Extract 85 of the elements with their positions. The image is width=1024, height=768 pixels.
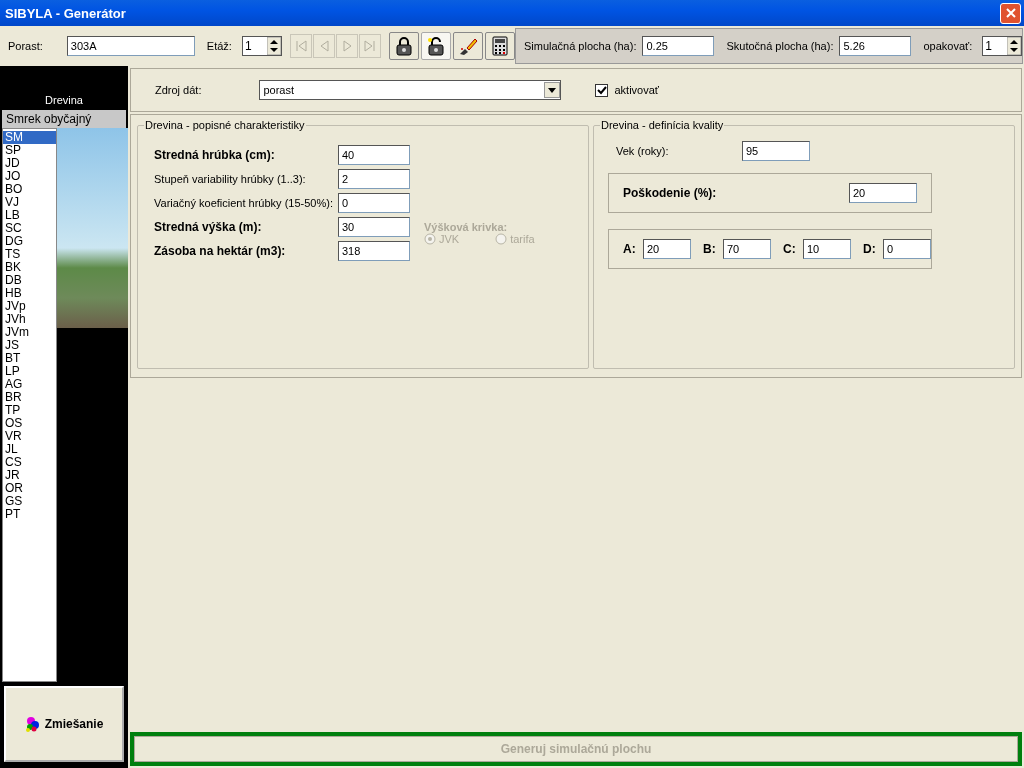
padlock-icon — [394, 36, 413, 56]
simulation-area-field[interactable]: 0.25 — [642, 36, 715, 56]
species-list-item[interactable]: JR — [3, 469, 56, 482]
description-group-title: Drevina - popisné charakteristiky — [144, 119, 306, 131]
species-list-item[interactable]: AG — [3, 378, 56, 391]
class-label: B: — [703, 242, 717, 256]
field-label: Variačný koeficient hrúbky (15-50%): — [154, 197, 332, 209]
species-list-item[interactable]: OS — [3, 417, 56, 430]
right-arrow-icon — [361, 38, 378, 54]
input-field[interactable]: 30 — [338, 217, 410, 237]
checkmark-icon — [596, 85, 607, 95]
species-list-item[interactable]: LP — [3, 365, 56, 378]
field-label: Stupeň variability hrúbky (1..3): — [154, 173, 307, 185]
activate-checkbox[interactable]: aktivovať — [595, 83, 659, 97]
species-list-item[interactable]: SP — [3, 144, 56, 157]
species-list-item[interactable]: PT — [3, 508, 56, 521]
window-title: SIBYLA - Generátor — [5, 5, 126, 21]
quality-group-title: Drevina - definícia kvality — [600, 119, 725, 131]
species-list[interactable]: SM SP JD JO BO VJ LB SC DG TS BK DB HB JVp JVh JVm JS BT LP AG BR TP OS VR JL CS JR OR GS PT — [2, 128, 57, 682]
species-list-item[interactable]: JVp — [3, 300, 56, 313]
species-list-item[interactable]: JVh — [3, 313, 56, 326]
species-list-item[interactable]: JS — [3, 339, 56, 352]
species-list-item[interactable]: SC — [3, 222, 56, 235]
species-list-item[interactable]: BK — [3, 261, 56, 274]
class-label: D: — [863, 242, 877, 256]
unlock-button[interactable] — [420, 32, 451, 60]
etaz-spinner[interactable]: 1 — [241, 36, 282, 56]
species-list-item[interactable]: JVm — [3, 326, 56, 339]
species-list-item[interactable]: BT — [3, 352, 56, 365]
species-list-item[interactable]: DB — [3, 274, 56, 287]
input-field[interactable]: 2 — [338, 169, 410, 189]
field-label: Stredná výška (m): — [154, 220, 263, 234]
species-list-item[interactable]: CS — [3, 456, 56, 469]
close-icon — [1004, 7, 1017, 19]
species-list-item[interactable]: GS — [3, 495, 56, 508]
repeat-label: opakovať: — [923, 40, 973, 52]
species-list-item[interactable]: VJ — [3, 196, 56, 209]
class-field[interactable]: 10 — [803, 239, 851, 259]
age-label: Vek (roky): — [616, 145, 670, 157]
calculator-icon — [491, 36, 508, 56]
real-area-field[interactable]: 5.26 — [839, 36, 912, 56]
class-field[interactable]: 0 — [883, 239, 931, 259]
etaz-label: Etáž: — [206, 40, 232, 52]
spinner-arrows-icon — [266, 37, 281, 55]
field-label: Stredná hrúbka (cm): — [154, 148, 276, 162]
species-list-item[interactable]: DG — [3, 235, 56, 248]
species-list-item[interactable]: LB — [3, 209, 56, 222]
class-label: A: — [623, 242, 637, 256]
age-field[interactable]: 95 — [742, 141, 810, 161]
porast-field[interactable]: 303A — [66, 36, 195, 56]
class-field[interactable]: 70 — [723, 239, 771, 259]
close-button[interactable] — [1000, 2, 1021, 24]
input-field[interactable]: 40 — [338, 145, 410, 165]
species-list-item[interactable]: JD — [3, 157, 56, 170]
input-field[interactable]: 318 — [338, 241, 410, 261]
species-list-item[interactable]: BR — [3, 391, 56, 404]
species-list-item[interactable]: VR — [3, 430, 56, 443]
colored-balls-icon — [24, 716, 41, 732]
input-field[interactable]: 0 — [338, 193, 410, 213]
height-curve-label: Výšková krivka: — [424, 221, 509, 233]
simulation-area-label: Simulačná plocha (ha): — [523, 40, 637, 52]
species-name: Smrek obyčajný — [2, 110, 126, 128]
calculator-button[interactable] — [484, 32, 515, 60]
mix-button[interactable]: Zmiešanie — [4, 686, 124, 762]
sidebar-header: Drevina — [44, 93, 84, 108]
species-list-item[interactable]: JL — [3, 443, 56, 456]
species-list-item[interactable]: HB — [3, 287, 56, 300]
source-dropdown[interactable]: porast — [259, 80, 562, 100]
species-list-item[interactable]: BO — [3, 183, 56, 196]
species-list-item[interactable]: OR — [3, 482, 56, 495]
class-field[interactable]: 20 — [643, 239, 691, 259]
real-area-label: Skutočná plocha (ha): — [726, 40, 834, 52]
porast-label: Porast: — [8, 40, 43, 52]
species-list-item[interactable]: TP — [3, 404, 56, 417]
species-list-item[interactable]: JO — [3, 170, 56, 183]
species-list-item[interactable]: TS — [3, 248, 56, 261]
damage-label: Poškodenie (%): — [623, 186, 717, 200]
open-padlock-icon — [426, 36, 445, 56]
class-label: C: — [783, 242, 797, 256]
species-list-item[interactable]: SM — [3, 131, 56, 144]
source-label: Zdroj dát: — [155, 84, 202, 96]
repeat-spinner[interactable]: 1 — [982, 36, 1023, 56]
field-label: Zásoba na hektár (m3): — [154, 244, 287, 258]
damage-field[interactable]: 20 — [849, 183, 917, 203]
lock-button[interactable] — [388, 32, 419, 60]
